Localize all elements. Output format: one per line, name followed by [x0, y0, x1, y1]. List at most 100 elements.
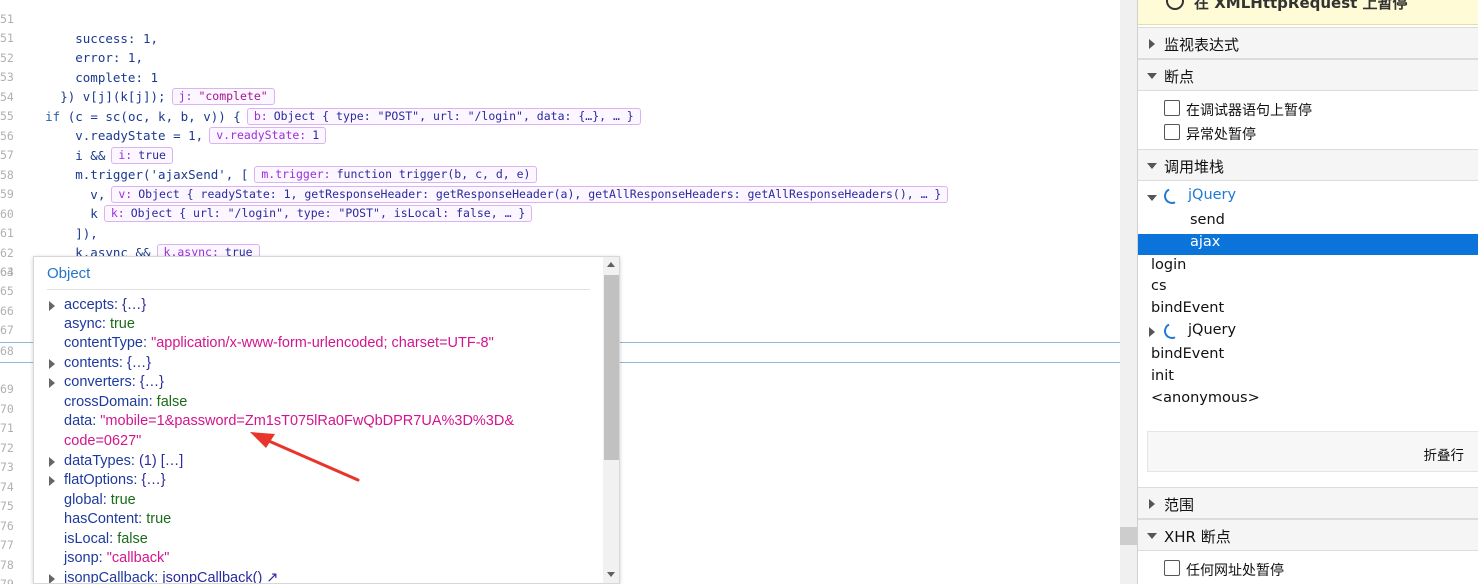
jquery-icon — [1161, 320, 1183, 342]
collapse-rows-button[interactable]: 折叠行 — [1424, 444, 1465, 464]
chevron-right-icon — [1149, 499, 1155, 509]
jquery-icon — [1161, 185, 1183, 207]
section-scopes[interactable]: 范围 — [1138, 487, 1478, 519]
prop-key: flatOptions: — [64, 472, 138, 488]
expand-triangle-icon[interactable] — [49, 359, 55, 369]
chevron-down-icon — [1147, 73, 1157, 79]
line-number: 73 — [0, 460, 14, 474]
line-number: 64 — [0, 265, 14, 279]
prop-row[interactable]: converters: {…} — [64, 373, 164, 392]
line-number: 67 — [0, 323, 14, 337]
prop-row[interactable]: accepts: {…} — [64, 296, 146, 315]
prop-value: code=0627" — [64, 433, 142, 449]
expand-triangle-icon[interactable] — [49, 457, 55, 467]
section-label: 调用堆栈 — [1164, 158, 1225, 176]
call-stack-frame[interactable]: init — [1151, 368, 1174, 384]
prop-row: crossDomain: false — [64, 393, 187, 412]
object-preview-popup[interactable]: Object accepts: {…} async: true contentT… — [33, 256, 620, 584]
prop-value: {…} — [126, 355, 152, 371]
call-stack-frame[interactable]: send — [1190, 212, 1225, 228]
prop-value: true — [110, 492, 136, 508]
call-stack-frame[interactable]: login — [1151, 257, 1186, 273]
line-number: 75 — [0, 499, 14, 513]
editor-scrollbar[interactable] — [1120, 0, 1137, 584]
prop-row[interactable]: flatOptions: {…} — [64, 471, 166, 490]
scroll-up-icon[interactable] — [607, 262, 615, 267]
prop-key: jsonpCallback: — [64, 570, 159, 584]
call-stack-frame[interactable]: <anonymous> — [1151, 390, 1260, 406]
section-call-stack[interactable]: 调用堆栈 — [1138, 149, 1478, 181]
prop-value: {…} — [139, 374, 164, 390]
pause-on-debugger-checkbox[interactable] — [1164, 100, 1180, 116]
prop-value: false — [156, 394, 188, 410]
line-number: 71 — [0, 421, 14, 435]
prop-row: data: "mobile=1&password=Zm1sT075lRa0FwQ… — [64, 412, 514, 431]
popup-scrollbar-thumb[interactable] — [604, 275, 619, 460]
prop-key: data: — [64, 413, 97, 429]
line-number: 77 — [0, 538, 14, 552]
checkbox-label: 异常处暂停 — [1186, 127, 1256, 143]
prop-value: true — [109, 316, 135, 332]
call-stack-frame[interactable]: cs — [1151, 278, 1167, 294]
popup-title[interactable]: Object — [47, 265, 90, 282]
line-number: 70 — [0, 402, 14, 416]
code-line: 52 complete: 1 — [0, 29, 1120, 86]
prop-row: hasContent: true — [64, 510, 171, 529]
call-stack-group[interactable]: jQuery — [1188, 322, 1236, 338]
prop-row: contentType: "application/x-www-form-url… — [64, 334, 494, 353]
code-line: 56 i && i: true — [0, 107, 1120, 164]
prop-key: async: — [64, 316, 106, 332]
chevron-down-icon — [1147, 533, 1157, 539]
prop-key: contents: — [64, 355, 123, 371]
prop-key: converters: — [64, 374, 136, 390]
call-stack-group[interactable]: jQuery — [1188, 187, 1236, 203]
prop-row[interactable]: jsonpCallback: jsonpCallback() ↗ — [64, 569, 279, 584]
prop-key: contentType: — [64, 335, 148, 351]
call-stack-frame[interactable]: bindEvent — [1151, 346, 1224, 362]
expand-triangle-icon[interactable] — [49, 301, 55, 311]
line-number: 72 — [0, 441, 14, 455]
prop-key: isLocal: — [64, 531, 114, 547]
expand-triangle-icon[interactable] — [49, 378, 55, 388]
section-breakpoints[interactable]: 断点 — [1138, 59, 1478, 91]
line-number: 68 — [0, 344, 14, 358]
call-stack-frame[interactable]: bindEvent — [1151, 300, 1224, 316]
code-line: 55 v.readyState = 1, v.readyState: 1 — [0, 87, 1120, 144]
chevron-down-icon — [1147, 163, 1157, 169]
prop-value: jsonpCallback() ↗ — [162, 570, 279, 584]
prop-value: "application/x-www-form-urlencoded; char… — [151, 335, 494, 351]
section-watch-expressions[interactable]: 监视表达式 — [1138, 27, 1478, 59]
checkbox-label: 在调试器语句上暂停 — [1186, 103, 1312, 119]
collapse-rows-box: 折叠行 — [1147, 431, 1478, 472]
chevron-right-icon[interactable] — [1149, 327, 1155, 337]
call-stack-frame[interactable]: ajax — [1190, 234, 1220, 250]
code-line: 51 error: 1, — [0, 9, 1120, 66]
prop-value: false — [117, 531, 148, 547]
section-label: XHR 断点 — [1164, 528, 1231, 546]
code-line: 61 k.async && k.async: true — [0, 204, 1120, 261]
expand-triangle-icon[interactable] — [49, 476, 55, 486]
prop-key: crossDomain: — [64, 394, 153, 410]
line-number: 78 — [0, 558, 14, 572]
prop-key: hasContent: — [64, 511, 143, 527]
chevron-down-icon[interactable] — [1147, 195, 1157, 201]
section-label: 断点 — [1164, 68, 1195, 86]
line-number: 65 — [0, 284, 14, 298]
prop-value: {…} — [122, 297, 147, 313]
pause-on-exceptions-checkbox[interactable] — [1164, 124, 1180, 140]
section-xhr-breakpoints[interactable]: XHR 断点 — [1138, 519, 1478, 551]
scroll-down-icon[interactable] — [607, 572, 615, 577]
selected-frame-highlight[interactable] — [1138, 234, 1478, 255]
prop-row[interactable]: dataTypes: (1) […] — [64, 452, 183, 471]
expand-triangle-icon[interactable] — [49, 574, 55, 583]
line-number: 66 — [0, 304, 14, 318]
editor-scrollbar-thumb[interactable] — [1120, 527, 1137, 545]
line-number: 74 — [0, 480, 14, 494]
prop-row[interactable]: contents: {…} — [64, 354, 151, 373]
prop-value: "callback" — [106, 550, 170, 566]
divider — [47, 289, 590, 290]
pause-on-any-url-checkbox[interactable] — [1164, 560, 1180, 576]
debugger-sidebar: 在 XMLHttpRequest 上暂停 监视表达式 断点 在调试器语句上暂停 … — [1137, 0, 1478, 584]
line-number: 69 — [0, 382, 14, 396]
pause-banner: 在 XMLHttpRequest 上暂停 — [1138, 0, 1478, 25]
